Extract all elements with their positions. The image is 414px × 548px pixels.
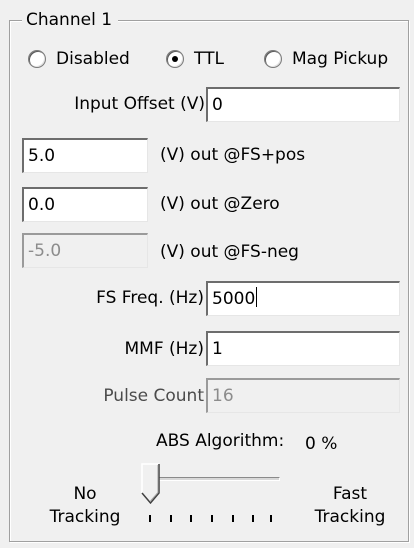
pulse-count-field: 16 [206,378,400,413]
slider-tick [190,515,192,522]
fs-neg-label: (V) out @FS-neg [160,242,299,262]
zero-field[interactable]: 0.0 [22,187,148,222]
radio-ttl-label: TTL [194,49,224,69]
slider-tick [270,515,272,522]
radio-disabled[interactable]: Disabled [28,47,130,71]
radio-disabled-label: Disabled [56,49,130,69]
fs-freq-label: FS Freq. (Hz) [96,288,204,308]
radio-dot-icon [172,56,178,62]
mmf-field[interactable]: 1 [206,331,400,366]
fast-tracking-label-line2: Tracking [314,507,386,527]
no-tracking-label-line1: No [73,484,97,504]
radio-mag-pickup-label: Mag Pickup [292,49,389,69]
input-offset-label: Input Offset (V) [74,94,205,114]
slider-tick [149,515,151,522]
fs-pos-label: (V) out @FS+pos [160,145,306,165]
abs-slider-thumb[interactable] [141,463,161,505]
fs-pos-field[interactable]: 5.0 [22,138,148,173]
fs-neg-field: -5.0 [22,233,148,268]
radio-mag-pickup[interactable]: Mag Pickup [264,47,388,71]
slider-tick [252,515,254,522]
radio-unchecked-icon [28,50,46,68]
radio-unchecked-icon [264,50,282,68]
pulse-count-label: Pulse Count [103,386,204,406]
input-offset-field[interactable]: 0 [206,87,400,122]
fs-freq-value: 5000 [212,289,256,309]
slider-tick [170,515,172,522]
no-tracking-label-line2: Tracking [49,507,121,527]
fast-tracking-label-line1: Fast [332,484,368,504]
slider-tick [232,515,234,522]
slider-tick [211,515,213,522]
zero-label: (V) out @Zero [160,194,280,214]
channel-group-title: Channel 1 [22,9,119,31]
mmf-label: MMF (Hz) [124,339,205,359]
text-caret [256,287,258,307]
abs-algorithm-value: 0 % [305,434,338,454]
abs-slider-track[interactable] [150,477,280,481]
radio-checked-icon [166,50,184,68]
radio-ttl[interactable]: TTL [166,47,224,71]
abs-algorithm-label: ABS Algorithm: [156,431,285,451]
fs-freq-field[interactable]: 5000 [206,281,400,316]
